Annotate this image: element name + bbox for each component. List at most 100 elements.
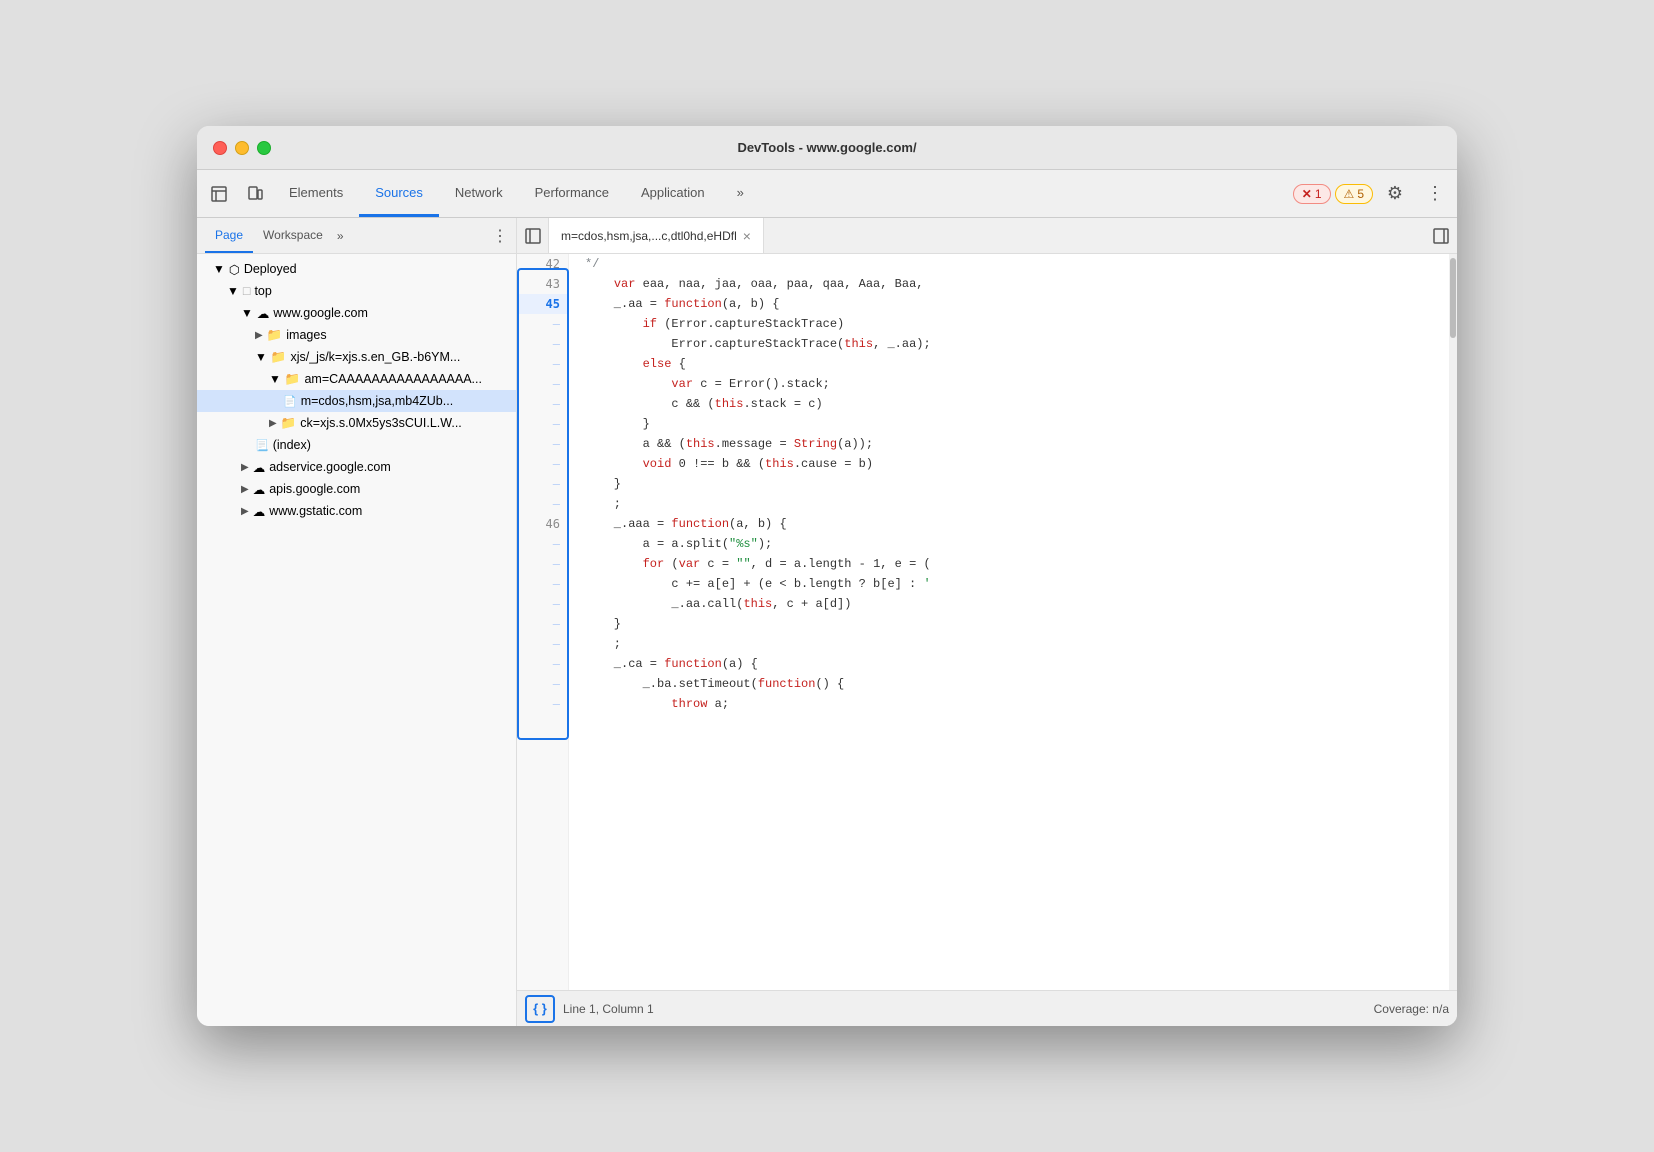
- tree-item-xjs[interactable]: ▼ 📁 xjs/_js/k=xjs.s.en_GB.-b6YM...: [197, 346, 516, 368]
- line-dash-11[interactable]: –: [517, 534, 568, 554]
- arrow-down-icon: ▼: [269, 372, 281, 386]
- inspect-element-icon[interactable]: [201, 170, 237, 217]
- arrow-down-icon: ▼: [241, 306, 253, 320]
- window-title: DevTools - www.google.com/: [737, 140, 916, 155]
- coverage-info: Coverage: n/a: [1374, 1002, 1449, 1016]
- tree-item-mcdos-file[interactable]: 📄 m=cdos,hsm,jsa,mb4ZUb...: [197, 390, 516, 412]
- panel-tabs-more[interactable]: »: [333, 229, 348, 243]
- tab-workspace[interactable]: Workspace: [253, 218, 333, 253]
- arrow-down-icon: ▼: [255, 350, 267, 364]
- line-dash-1[interactable]: –: [517, 314, 568, 334]
- tree-item-ck[interactable]: ▶ 📁 ck=xjs.s.0Mx5ys3sCUI.L.W...: [197, 412, 516, 434]
- settings-icon[interactable]: ⚙: [1377, 183, 1413, 204]
- line-dash-19[interactable]: –: [517, 694, 568, 714]
- format-button-wrapper: { }: [525, 995, 563, 1023]
- sidebar-toggle-icon[interactable]: [517, 218, 549, 253]
- panel-menu-button[interactable]: ⋮: [492, 226, 508, 246]
- arrow-right-icon: ▶: [241, 484, 249, 495]
- line-dash-4[interactable]: –: [517, 374, 568, 394]
- file-tree: ▼ ⬡ Deployed ▼ □ top ▼ ☁ www.google.com: [197, 254, 516, 1026]
- panel-tabs: Page Workspace » ⋮: [197, 218, 516, 254]
- editor-tab-close[interactable]: ×: [743, 228, 751, 244]
- title-bar: DevTools - www.google.com/: [197, 126, 1457, 170]
- code-line-close-else: }: [585, 414, 1433, 434]
- maximize-button[interactable]: [257, 141, 271, 155]
- tab-page[interactable]: Page: [205, 218, 253, 253]
- code-line-for: for (var c = "", d = a.length - 1, e = (: [585, 554, 1433, 574]
- tree-item-apis[interactable]: ▶ ☁ apis.google.com: [197, 478, 516, 500]
- line-dash-8[interactable]: –: [517, 454, 568, 474]
- close-button[interactable]: [213, 141, 227, 155]
- line-45[interactable]: 45: [517, 294, 568, 314]
- line-dash-16[interactable]: –: [517, 634, 568, 654]
- code-line-throw: throw a;: [585, 694, 1433, 714]
- tree-item-top[interactable]: ▼ □ top: [197, 280, 516, 302]
- line-dash-3[interactable]: –: [517, 354, 568, 374]
- line-dash-14[interactable]: –: [517, 594, 568, 614]
- minimize-button[interactable]: [235, 141, 249, 155]
- tree-item-gstatic[interactable]: ▶ ☁ www.gstatic.com: [197, 500, 516, 522]
- code-line-43: var eaa, naa, jaa, oaa, paa, qaa, Aaa, B…: [585, 274, 1433, 294]
- tree-item-am[interactable]: ▼ 📁 am=CAAAAAAAAAAAAAAAA...: [197, 368, 516, 390]
- vertical-scrollbar[interactable]: [1449, 254, 1457, 990]
- editor-collapse-icon[interactable]: [1425, 218, 1457, 253]
- code-line-void: void 0 !== b && (this.cause = b): [585, 454, 1433, 474]
- code-line-ca: _.ca = function(a) {: [585, 654, 1433, 674]
- line-dash-9[interactable]: –: [517, 474, 568, 494]
- line-46[interactable]: 46: [517, 514, 568, 534]
- tree-item-images[interactable]: ▶ 📁 images: [197, 324, 516, 346]
- tab-application[interactable]: Application: [625, 170, 721, 217]
- globe-icon: ☁: [253, 482, 266, 497]
- code-line-ba-settimeout: _.ba.setTimeout(function() {: [585, 674, 1433, 694]
- code-editor[interactable]: */ var eaa, naa, jaa, oaa, paa, qaa, Aaa…: [569, 254, 1449, 990]
- tab-network[interactable]: Network: [439, 170, 519, 217]
- line-dash-10[interactable]: –: [517, 494, 568, 514]
- line-dash-17[interactable]: –: [517, 654, 568, 674]
- line-numbers-area: 42 43 45 – – – – – – – – – – 46: [517, 254, 569, 990]
- folder-icon: 📁: [281, 416, 297, 431]
- line-dash-2[interactable]: –: [517, 334, 568, 354]
- error-badge[interactable]: ✕ 1: [1293, 184, 1331, 204]
- folder-icon: 📁: [271, 350, 287, 365]
- tree-item-deployed[interactable]: ▼ ⬡ Deployed: [197, 258, 516, 280]
- tab-sources[interactable]: Sources: [359, 170, 439, 217]
- line-dash-7[interactable]: –: [517, 434, 568, 454]
- arrow-right-icon: ▶: [241, 506, 249, 517]
- tree-item-adservice[interactable]: ▶ ☁ adservice.google.com: [197, 456, 516, 478]
- code-line-45: _.aa = function(a, b) {: [585, 294, 1433, 314]
- code-line-semi2: ;: [585, 634, 1433, 654]
- code-line-if: if (Error.captureStackTrace): [585, 314, 1433, 334]
- line-dash-6[interactable]: –: [517, 414, 568, 434]
- globe-icon: ☁: [253, 460, 266, 475]
- scrollbar-thumb[interactable]: [1450, 258, 1456, 338]
- tab-more[interactable]: »: [721, 170, 760, 217]
- error-icon: ✕: [1302, 187, 1312, 201]
- line-dash-12[interactable]: –: [517, 554, 568, 574]
- device-toolbar-icon[interactable]: [237, 170, 273, 217]
- line-dash-15[interactable]: –: [517, 614, 568, 634]
- cursor-position: Line 1, Column 1: [563, 1002, 654, 1016]
- more-options-icon[interactable]: ⋮: [1417, 183, 1453, 204]
- format-code-button[interactable]: { }: [525, 995, 555, 1023]
- arrow-right-icon: ▶: [241, 462, 249, 473]
- code-line-semi1: ;: [585, 494, 1433, 514]
- tree-item-index[interactable]: 📃 (index): [197, 434, 516, 456]
- editor-tab-active[interactable]: m=cdos,hsm,jsa,...c,dtl0hd,eHDfl ×: [549, 218, 764, 253]
- code-line-c-stack: c && (this.stack = c): [585, 394, 1433, 414]
- line-43[interactable]: 43: [517, 274, 568, 294]
- line-dash-5[interactable]: –: [517, 394, 568, 414]
- devtools-body: Page Workspace » ⋮ ▼ ⬡ Deployed: [197, 218, 1457, 1026]
- tree-item-www-google[interactable]: ▼ ☁ www.google.com: [197, 302, 516, 324]
- tab-elements[interactable]: Elements: [273, 170, 359, 217]
- line-42[interactable]: 42: [517, 254, 568, 274]
- code-line-close-for: }: [585, 614, 1433, 634]
- line-dash-18[interactable]: –: [517, 674, 568, 694]
- warning-badge[interactable]: ⚠ 5: [1335, 184, 1373, 204]
- right-panel: m=cdos,hsm,jsa,...c,dtl0hd,eHDfl ×: [517, 218, 1457, 1026]
- devtools-tabs-bar: Elements Sources Network Performance App…: [197, 170, 1457, 218]
- tab-performance[interactable]: Performance: [519, 170, 625, 217]
- code-line-aa-call: _.aa.call(this, c + a[d]): [585, 594, 1433, 614]
- file-icon: 📄: [283, 395, 297, 408]
- line-dash-13[interactable]: –: [517, 574, 568, 594]
- code-line-42: */: [585, 254, 1433, 274]
